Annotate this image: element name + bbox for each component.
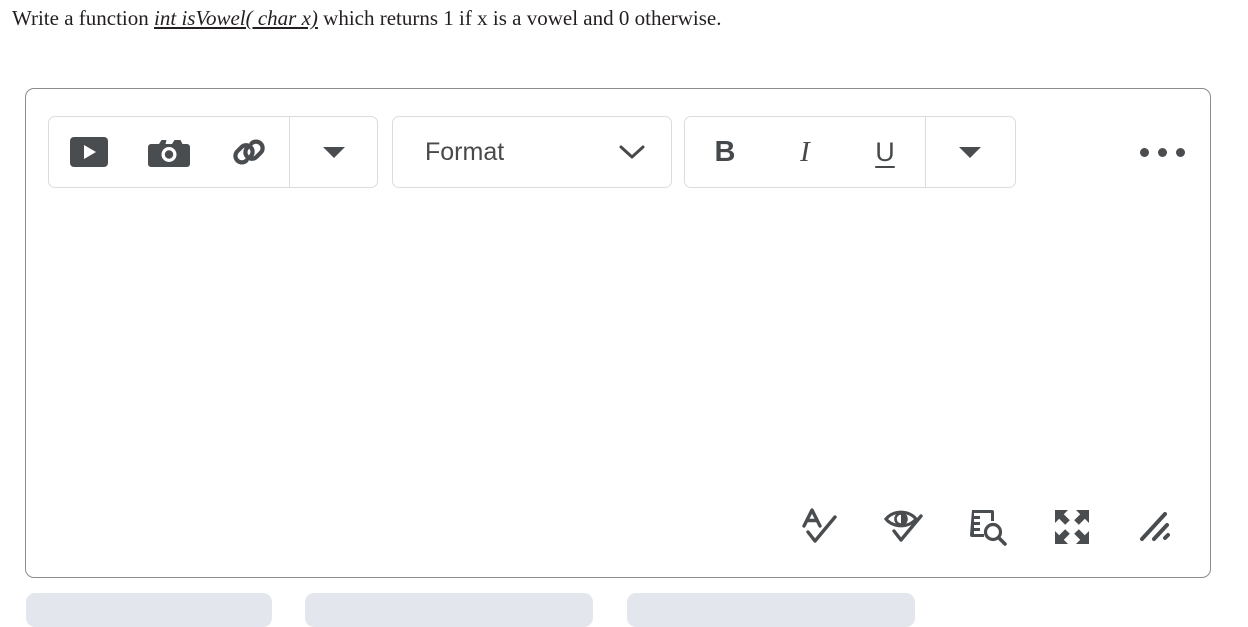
ellipsis-icon — [1139, 147, 1149, 157]
insert-link-button[interactable] — [209, 117, 289, 187]
expand-arrows-icon — [1050, 505, 1094, 549]
underline-icon: U — [875, 136, 895, 167]
toolbar-overflow-button[interactable] — [1126, 116, 1198, 188]
fullscreen-button[interactable] — [1049, 504, 1095, 550]
editor-content-area[interactable] — [27, 201, 1209, 576]
toolbar-group-text-style: B I U — [684, 116, 1016, 188]
resize-grip-handle[interactable] — [1133, 504, 1179, 550]
italic-icon: I — [800, 135, 810, 168]
bold-icon: B — [714, 135, 736, 168]
editor-status-bar — [797, 504, 1179, 550]
prompt-code-signature: int isVowel( char x) — [154, 6, 318, 30]
footer-button-1[interactable] — [26, 593, 272, 627]
format-dropdown-label: Format — [425, 137, 505, 166]
document-preview-button[interactable] — [965, 504, 1011, 550]
text-style-more-button[interactable] — [926, 117, 1013, 187]
camera-icon — [148, 135, 190, 169]
caret-down-icon — [958, 146, 981, 158]
bold-button[interactable]: B — [685, 117, 765, 187]
toolbar-group-insert — [48, 116, 378, 188]
format-dropdown[interactable]: Format — [392, 116, 672, 188]
accessibility-check-button[interactable] — [881, 504, 927, 550]
caret-down-icon — [322, 146, 345, 158]
insert-more-button[interactable] — [290, 117, 377, 187]
ellipsis-icon — [1175, 147, 1185, 157]
prompt-text-before: Write a function — [12, 6, 155, 30]
ellipsis-icon — [1157, 147, 1167, 157]
link-icon — [229, 132, 269, 172]
rich-text-editor: Format B I U — [25, 88, 1211, 578]
insert-image-button[interactable] — [129, 117, 209, 187]
question-prompt: Write a function int isVowel( char x) wh… — [12, 3, 1232, 33]
document-search-icon — [966, 505, 1010, 549]
insert-video-button[interactable] — [49, 117, 129, 187]
footer-button-3[interactable] — [627, 593, 915, 627]
video-icon — [70, 137, 108, 167]
spellcheck-icon — [798, 505, 842, 549]
spell-check-button[interactable] — [797, 504, 843, 550]
italic-button[interactable]: I — [765, 117, 845, 187]
footer-button-2[interactable] — [305, 593, 593, 627]
prompt-text-after: which returns 1 if x is a vowel and 0 ot… — [317, 6, 722, 30]
editor-toolbar: Format B I U — [26, 89, 1210, 201]
resize-grip-icon — [1134, 505, 1178, 549]
underline-button[interactable]: U — [845, 117, 925, 187]
eye-check-icon — [882, 505, 926, 549]
chevron-down-icon — [619, 144, 645, 160]
